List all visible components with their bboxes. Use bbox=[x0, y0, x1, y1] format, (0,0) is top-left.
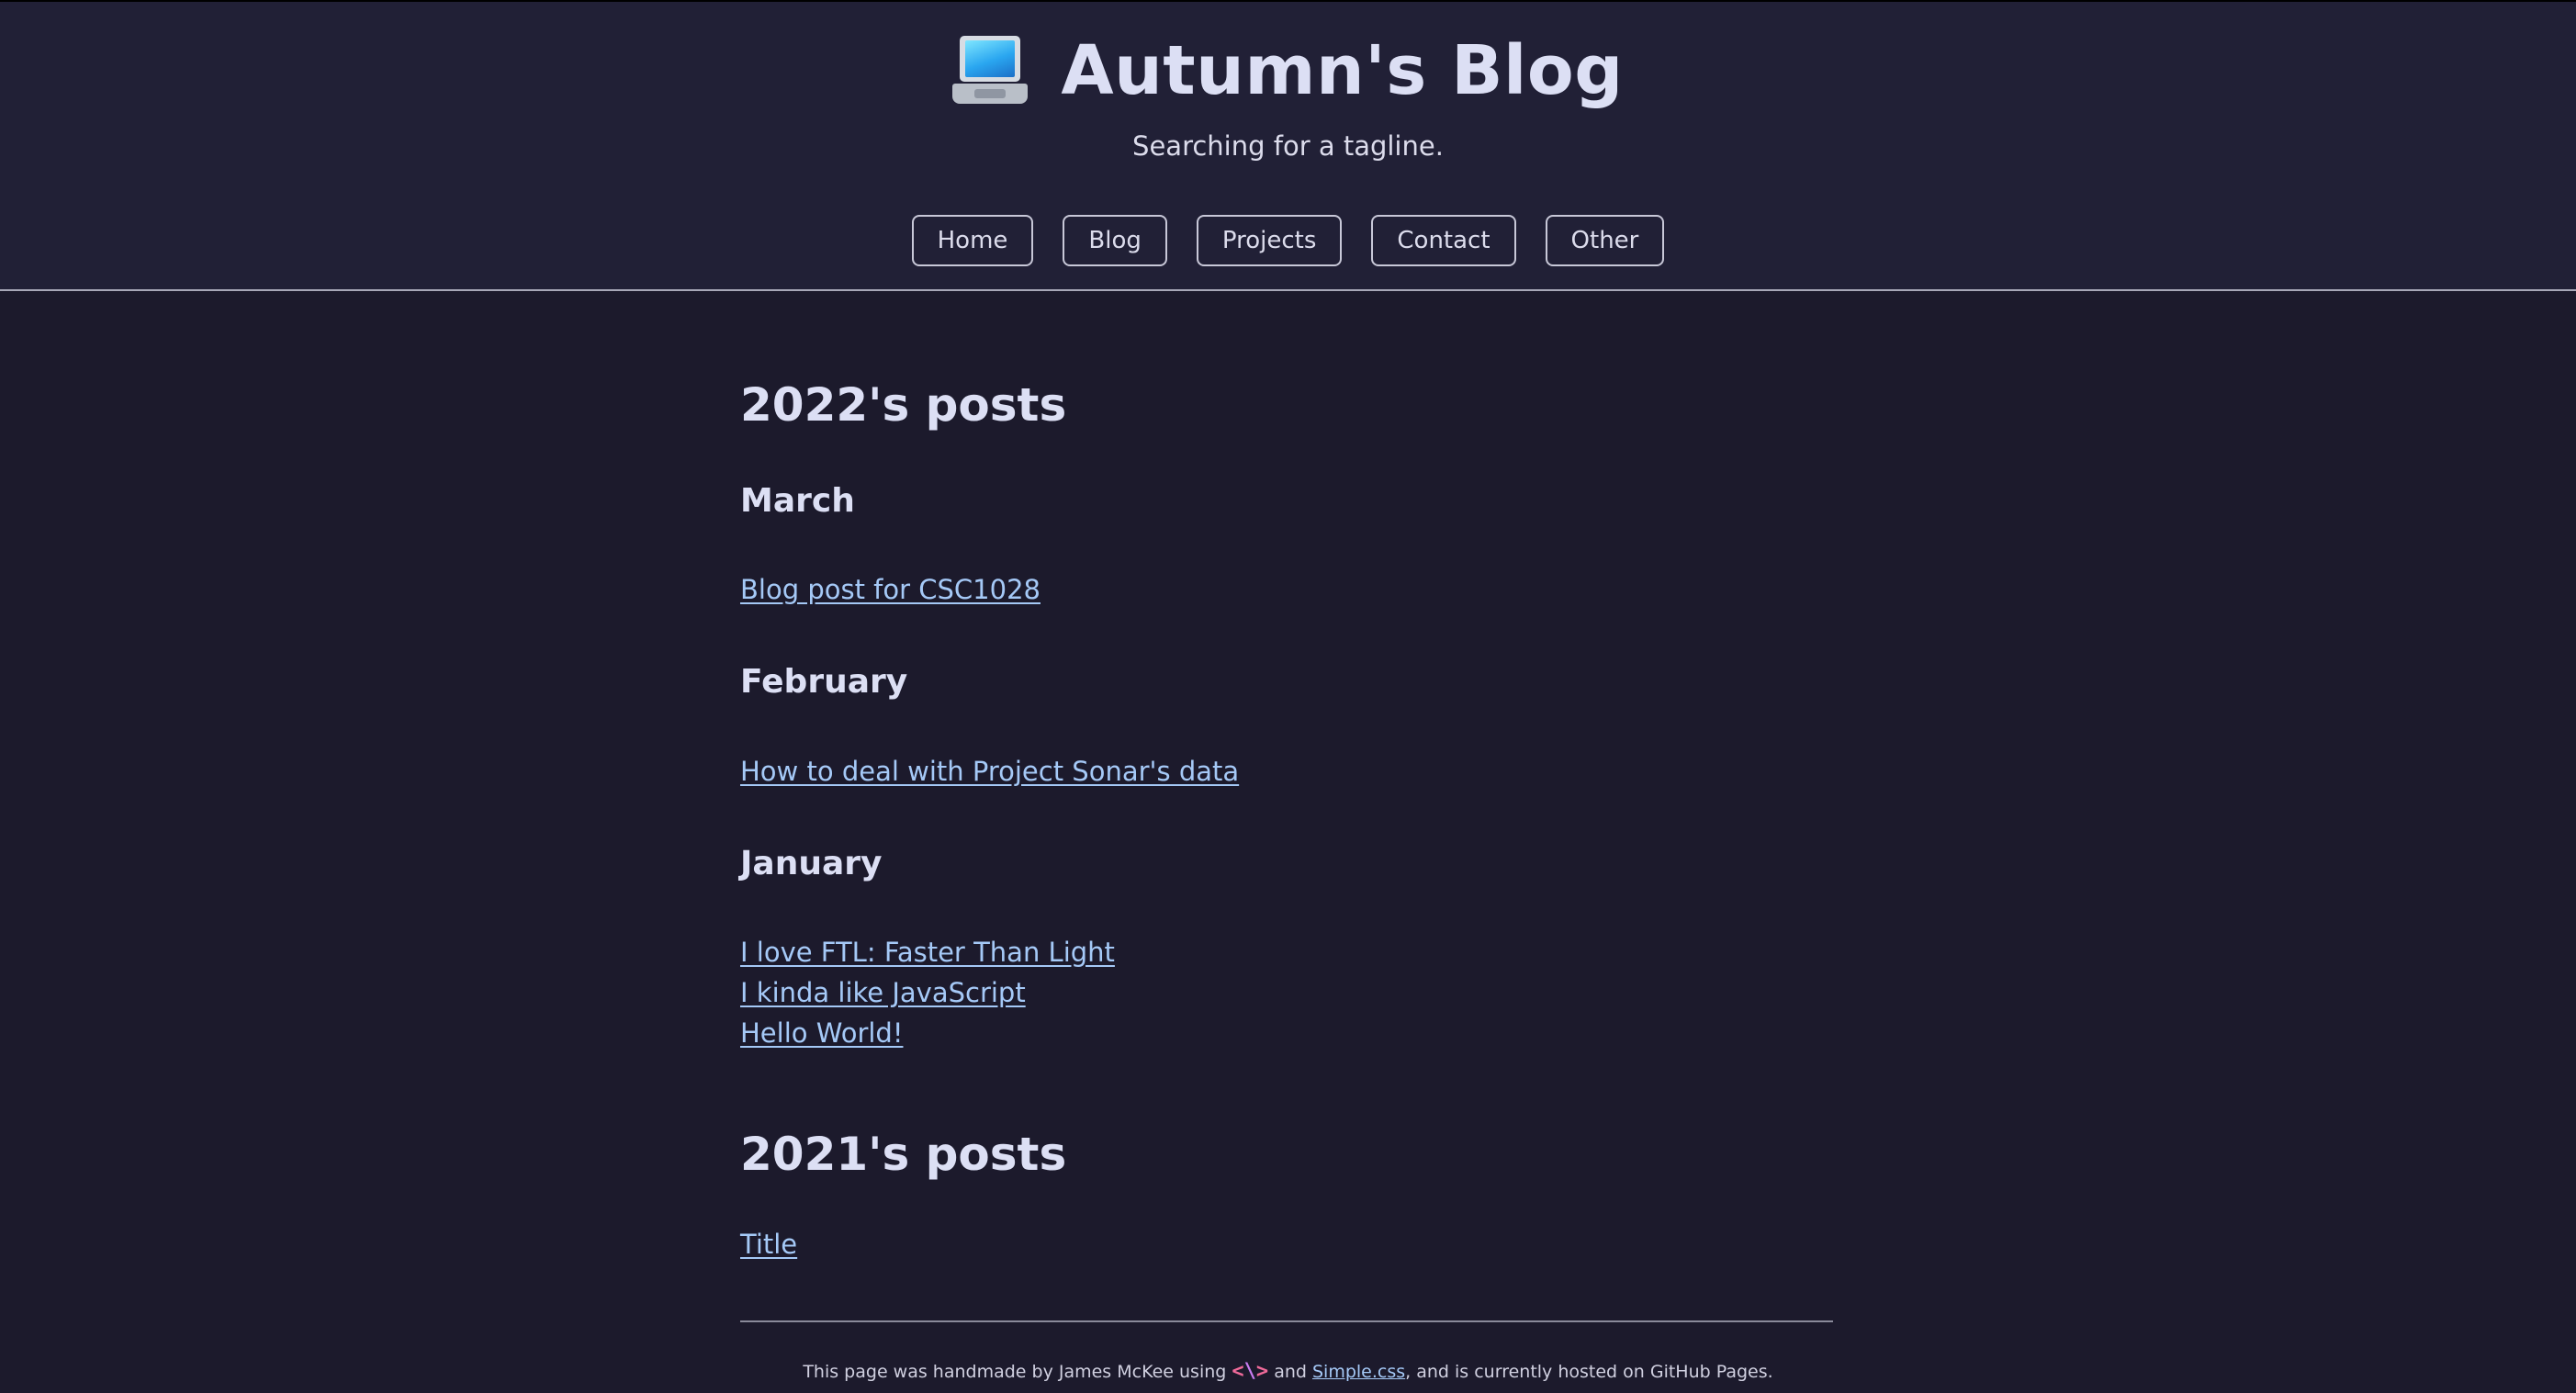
year-heading-2022: 2022's posts bbox=[740, 378, 1067, 432]
month-heading-january: January bbox=[740, 845, 883, 882]
nav-contact-button[interactable]: Contact bbox=[1371, 215, 1516, 266]
footer-text: and bbox=[1274, 1362, 1307, 1382]
post-link[interactable]: Title bbox=[740, 1231, 797, 1258]
site-header: Autumn's Blog Searching for a tagline. H… bbox=[0, 2, 2576, 291]
nav-blog-button[interactable]: Blog bbox=[1063, 215, 1167, 266]
footer-text: , and is currently hosted on GitHub Page… bbox=[1405, 1362, 1773, 1382]
footer-text: This page was handmade by James McKee us… bbox=[803, 1362, 1227, 1382]
post-link[interactable]: Blog post for CSC1028 bbox=[740, 577, 1041, 603]
post-link[interactable]: I love FTL: Faster Than Light bbox=[740, 939, 1115, 966]
post-link[interactable]: I kinda like JavaScript bbox=[740, 980, 1026, 1006]
site-title: Autumn's Blog bbox=[1061, 31, 1624, 110]
post-link[interactable]: How to deal with Project Sonar's data bbox=[740, 758, 1239, 785]
laptop-icon bbox=[952, 36, 1029, 106]
footer-divider bbox=[740, 1320, 1833, 1322]
year-heading-2021: 2021's posts bbox=[740, 1128, 1067, 1181]
main-nav: Home Blog Projects Contact Other bbox=[0, 215, 2576, 266]
month-heading-march: March bbox=[740, 482, 855, 520]
site-footer: This page was handmade by James McKee us… bbox=[0, 1362, 2576, 1382]
nav-other-button[interactable]: Other bbox=[1545, 215, 1665, 266]
post-link[interactable]: Hello World! bbox=[740, 1020, 903, 1047]
nav-home-button[interactable]: Home bbox=[911, 215, 1034, 266]
month-heading-february: February bbox=[740, 663, 908, 701]
simplecss-link[interactable]: Simple.css bbox=[1312, 1362, 1405, 1382]
site-title-row: Autumn's Blog bbox=[0, 24, 2576, 118]
site-tagline: Searching for a tagline. bbox=[1132, 130, 1444, 162]
code-icon: <\> bbox=[1232, 1360, 1269, 1383]
nav-projects-button[interactable]: Projects bbox=[1196, 215, 1343, 266]
